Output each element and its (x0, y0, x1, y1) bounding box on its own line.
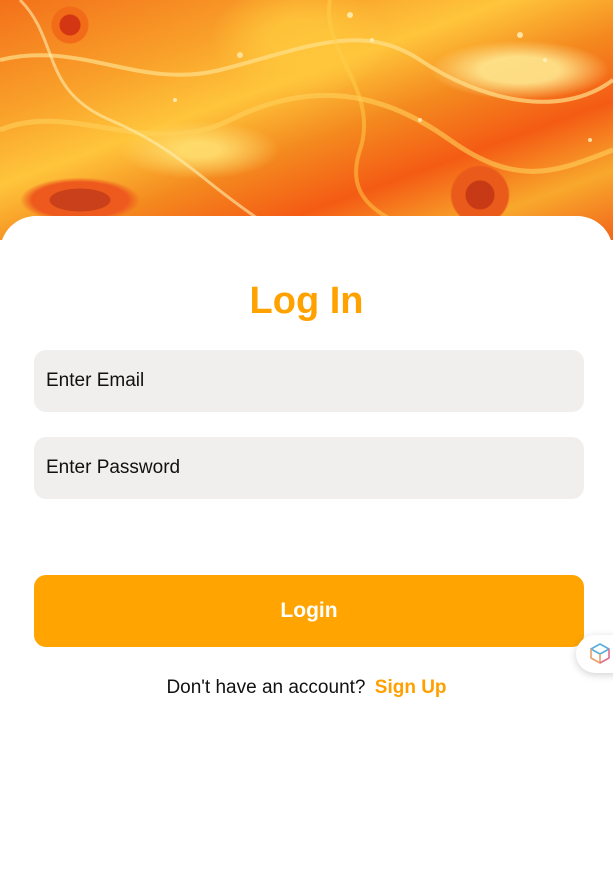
email-field[interactable] (34, 350, 584, 412)
fluid-art-texture (0, 0, 613, 240)
signup-prompt-row: Don't have an account? Sign Up (0, 676, 613, 700)
cube-stack-icon (590, 643, 610, 664)
signup-link[interactable]: Sign Up (375, 677, 447, 698)
signup-prompt-text: Don't have an account? (166, 677, 366, 698)
page-title: Log In (249, 280, 364, 322)
floating-widget-button[interactable] (576, 635, 613, 673)
login-button[interactable]: Login (34, 575, 584, 647)
password-field[interactable] (34, 437, 584, 499)
header-background-image (0, 0, 613, 240)
